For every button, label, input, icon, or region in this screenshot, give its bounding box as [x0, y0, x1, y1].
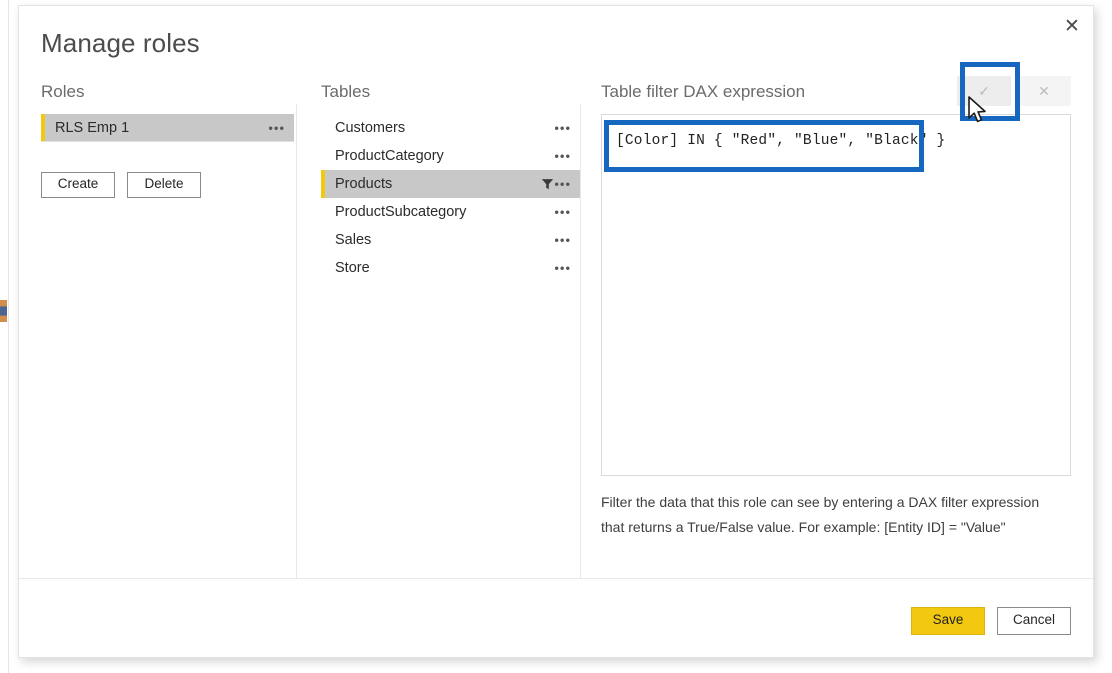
- table-item-menu-icon[interactable]: •••: [554, 150, 571, 163]
- column-divider-2: [580, 104, 581, 578]
- table-item-sales[interactable]: Sales •••: [321, 226, 580, 254]
- cancel-button[interactable]: Cancel: [997, 607, 1071, 635]
- role-selected-accent: [41, 114, 45, 141]
- dax-column-header: Table filter DAX expression: [601, 82, 806, 101]
- table-item-productcategory[interactable]: ProductCategory •••: [321, 142, 580, 170]
- table-item-label: Sales: [335, 232, 372, 248]
- close-icon[interactable]: ✕: [1054, 9, 1090, 43]
- roles-list-underline: [41, 141, 294, 142]
- role-item-label: RLS Emp 1: [55, 119, 130, 136]
- tables-column-header: Tables: [321, 82, 371, 101]
- role-item-menu-icon[interactable]: •••: [268, 121, 285, 134]
- dax-help-line-1: Filter the data that this role can see b…: [601, 494, 1040, 510]
- table-selected-accent: [321, 170, 325, 198]
- table-item-store[interactable]: Store •••: [321, 254, 580, 282]
- dax-discard-x-icon[interactable]: ✕: [1017, 76, 1071, 106]
- table-item-label: Customers: [335, 120, 406, 136]
- column-divider-1: [296, 104, 297, 578]
- table-item-label: ProductSubcategory: [335, 204, 467, 220]
- table-item-menu-icon[interactable]: •••: [554, 234, 571, 247]
- background-edge-line: [8, 0, 9, 673]
- background-app-sliver: [0, 300, 7, 322]
- role-item-rls-emp-1[interactable]: RLS Emp 1 •••: [41, 114, 294, 141]
- roles-list: RLS Emp 1 •••: [41, 114, 294, 142]
- table-item-menu-icon[interactable]: •••: [554, 122, 571, 135]
- filter-funnel-icon: [541, 178, 554, 191]
- table-item-menu-icon[interactable]: •••: [554, 178, 571, 191]
- table-item-menu-icon[interactable]: •••: [554, 206, 571, 219]
- dax-help-text: Filter the data that this role can see b…: [601, 490, 1061, 539]
- dax-help-line-2: that returns a True/False value. For exa…: [601, 518, 1006, 535]
- footer-divider: [19, 578, 1093, 579]
- mouse-cursor: [967, 96, 989, 126]
- tables-list: Customers ••• ProductCategory ••• Produc…: [321, 114, 580, 282]
- table-item-productsubcategory[interactable]: ProductSubcategory •••: [321, 198, 580, 226]
- dialog-footer: Save Cancel: [911, 607, 1071, 635]
- role-actions: Create Delete: [41, 172, 201, 198]
- table-item-label: ProductCategory: [335, 148, 444, 164]
- table-item-label: Store: [335, 260, 370, 276]
- table-item-products[interactable]: Products •••: [321, 170, 580, 198]
- page-title: Manage roles: [41, 28, 200, 58]
- table-item-menu-icon[interactable]: •••: [554, 262, 571, 275]
- dax-expression-input[interactable]: [Color] IN { "Red", "Blue", "Black" }: [601, 114, 1071, 476]
- screenshot-root: ✕ Manage roles Roles Tables Table filter…: [0, 0, 1112, 673]
- create-role-button[interactable]: Create: [41, 172, 115, 198]
- delete-role-button[interactable]: Delete: [127, 172, 201, 198]
- save-button[interactable]: Save: [911, 607, 985, 635]
- manage-roles-dialog: ✕ Manage roles Roles Tables Table filter…: [18, 5, 1094, 658]
- table-item-label: Products: [335, 176, 393, 192]
- dax-expression-text: [Color] IN { "Red", "Blue", "Black" }: [616, 133, 946, 149]
- roles-column-header: Roles: [41, 82, 85, 101]
- table-item-customers[interactable]: Customers •••: [321, 114, 580, 142]
